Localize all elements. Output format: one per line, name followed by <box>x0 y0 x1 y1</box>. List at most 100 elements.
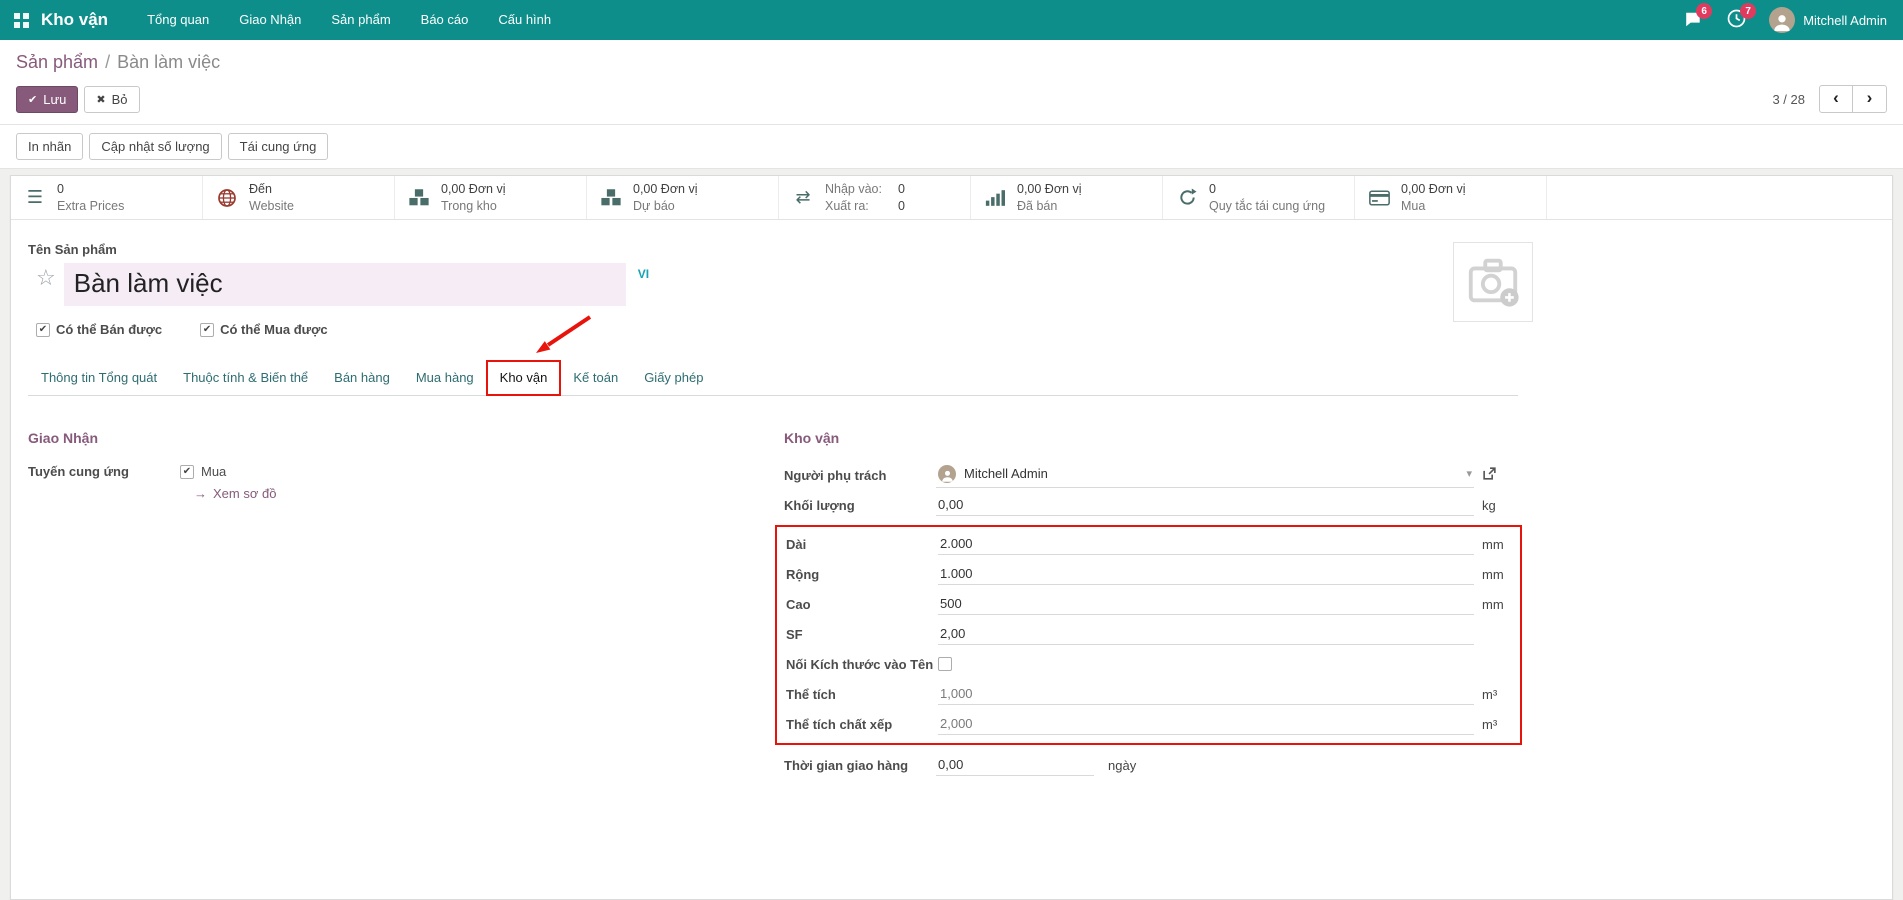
external-link-icon[interactable] <box>1482 466 1497 481</box>
width-unit: mm <box>1474 567 1518 582</box>
length-input[interactable] <box>938 533 1474 555</box>
stat-button-on-hand[interactable]: 0,00 Đơn vị Trong kho <box>395 176 587 219</box>
stat-button-website[interactable]: Đến Website <box>203 176 395 219</box>
responsible-avatar <box>938 465 956 483</box>
volume-input[interactable] <box>938 683 1474 705</box>
print-labels-button[interactable]: In nhãn <box>16 133 83 160</box>
product-name-input[interactable] <box>64 263 626 306</box>
favorite-star-icon[interactable]: ☆ <box>36 267 56 289</box>
discard-button[interactable]: ✖ Bỏ <box>84 86 139 113</box>
main-menu: Tổng quan Giao Nhận Sản phẩm Báo cáo Cấu… <box>132 0 566 40</box>
route-buy-checkbox[interactable]: Mua <box>180 464 276 479</box>
group-kho-van: Kho vận Người phụ trách Mitchell Admin ▾ <box>784 418 1518 780</box>
can-purchase-checkbox[interactable]: Có thể Mua được <box>200 322 328 337</box>
pager-previous-button[interactable]: ‹ <box>1819 85 1853 113</box>
tab-kho-van[interactable]: Kho vận <box>487 361 561 395</box>
stowage-volume-unit: m³ <box>1474 717 1518 732</box>
form-body: Tên Sản phẩm ☆ VI Có thể Bán được <box>28 220 1518 810</box>
globe-icon <box>215 188 239 208</box>
stat-filler <box>1547 176 1892 219</box>
stat-button-forecasted[interactable]: 0,00 Đơn vị Dự báo <box>587 176 779 219</box>
form-sheet: ☰ 0 Extra Prices Đến Website <box>10 175 1893 900</box>
product-image-upload[interactable] <box>1453 242 1533 322</box>
menu-san-pham[interactable]: Sản phẩm <box>316 0 405 40</box>
checkbox-icon[interactable] <box>200 323 214 337</box>
can-sell-checkbox[interactable]: Có thể Bán được <box>36 322 162 337</box>
concat-size-checkbox[interactable] <box>938 657 952 671</box>
app-name[interactable]: Kho vận <box>41 10 108 30</box>
height-unit: mm <box>1474 597 1518 612</box>
stat-button-box: ☰ 0 Extra Prices Đến Website <box>11 176 1892 220</box>
checkbox-icon[interactable] <box>180 465 194 479</box>
breadcrumb-current: Bàn làm việc <box>117 52 220 72</box>
apps-menu-icon[interactable] <box>14 13 29 28</box>
product-name-label: Tên Sản phẩm <box>28 242 1518 257</box>
check-icon: ✔ <box>28 93 37 106</box>
user-menu[interactable]: Mitchell Admin <box>1769 7 1887 33</box>
sf-input[interactable] <box>938 623 1474 645</box>
user-avatar <box>1769 7 1795 33</box>
stat-button-sold[interactable]: 0,00 Đơn vị Đã bán <box>971 176 1163 219</box>
save-button[interactable]: ✔ Lưu <box>16 86 78 113</box>
delivery-lead-time-input[interactable] <box>936 754 1094 776</box>
stat-in-value: 0 <box>898 181 905 197</box>
stowage-volume-input[interactable] <box>938 713 1474 735</box>
language-badge[interactable]: VI <box>638 267 649 281</box>
stat-button-reordering-rules[interactable]: 0 Quy tắc tái cung ứng <box>1163 176 1355 219</box>
stat-button-purchased[interactable]: 0,00 Đơn vị Mua <box>1355 176 1547 219</box>
boxes-icon <box>407 188 431 207</box>
concat-size-row: Nối Kích thước vào Tên <box>786 649 1518 679</box>
pager-count: 3 / 28 <box>1772 92 1805 107</box>
list-icon: ☰ <box>23 187 47 208</box>
statusbar-buttons: In nhãn Cập nhật số lượng Tái cung ứng <box>0 124 1903 169</box>
width-input[interactable] <box>938 563 1474 585</box>
tab-giay-phep[interactable]: Giấy phép <box>631 361 716 395</box>
checkbox-icon[interactable] <box>36 323 50 337</box>
responsible-field[interactable]: Mitchell Admin ▾ <box>936 463 1474 488</box>
tab-mua-hang[interactable]: Mua hàng <box>403 361 487 395</box>
breadcrumb-parent[interactable]: Sản phẩm <box>16 52 98 72</box>
stat-button-in-out[interactable]: ⇄ Nhập vào: 0 Xuất ra: 0 <box>779 176 971 219</box>
tab-ke-toan[interactable]: Kế toán <box>560 361 631 395</box>
delivery-lead-time-unit: ngày <box>1094 758 1136 773</box>
height-input[interactable] <box>938 593 1474 615</box>
weight-unit: kg <box>1474 498 1518 513</box>
length-unit: mm <box>1474 537 1518 552</box>
weight-row: Khối lượng kg <box>784 490 1518 520</box>
menu-cau-hinh[interactable]: Cấu hình <box>483 0 566 40</box>
stat-in-label: Nhập vào: <box>825 181 882 197</box>
menu-giao-nhan[interactable]: Giao Nhận <box>224 0 316 40</box>
breadcrumb: Sản phẩm/Bàn làm việc <box>0 40 1903 75</box>
messages-button[interactable]: 6 <box>1681 10 1703 30</box>
length-row: Dài mm <box>786 529 1518 559</box>
page: Kho vận Tổng quan Giao Nhận Sản phẩm Báo… <box>0 0 1903 900</box>
exchange-icon: ⇄ <box>791 187 815 208</box>
stowage-volume-row: Thể tích chất xếp m³ <box>786 709 1518 739</box>
view-diagram-link[interactable]: → Xem sơ đồ <box>194 486 276 501</box>
dropdown-caret-icon[interactable]: ▾ <box>1466 467 1472 480</box>
stat-button-extra-prices[interactable]: ☰ 0 Extra Prices <box>11 176 203 219</box>
bar-chart-icon <box>983 189 1007 207</box>
weight-input[interactable] <box>936 494 1474 516</box>
tab-thong-tin-tong-quat[interactable]: Thông tin Tổng quát <box>28 361 170 395</box>
width-row: Rộng mm <box>786 559 1518 589</box>
routes-row: Tuyến cung ứng Mua → Xem sơ đồ <box>28 460 744 501</box>
menu-tong-quan[interactable]: Tổng quan <box>132 0 224 40</box>
tab-thuoc-tinh-bien-the[interactable]: Thuộc tính & Biến thể <box>170 361 321 395</box>
pager-next-button[interactable]: › <box>1853 85 1887 113</box>
responsible-row: Người phụ trách Mitchell Admin ▾ <box>784 460 1518 490</box>
arrow-right-icon: → <box>194 486 207 501</box>
boxes-icon <box>599 188 623 207</box>
volume-unit: m³ <box>1474 687 1518 702</box>
pager-nav: ‹ › <box>1819 85 1887 113</box>
routes-label: Tuyến cung ứng <box>28 464 180 479</box>
top-navbar: Kho vận Tổng quan Giao Nhận Sản phẩm Báo… <box>0 0 1903 40</box>
tab-ban-hang[interactable]: Bán hàng <box>321 361 403 395</box>
menu-bao-cao[interactable]: Báo cáo <box>406 0 484 40</box>
sf-row: SF <box>786 619 1518 649</box>
group-giao-nhan: Giao Nhận Tuyến cung ứng Mua → Xem <box>28 418 784 780</box>
annotation-box-dimensions: Dài mm Rộng mm <box>775 525 1522 745</box>
update-quantity-button[interactable]: Cập nhật số lượng <box>89 133 221 160</box>
replenish-button[interactable]: Tái cung ứng <box>228 133 329 160</box>
activities-button[interactable]: 7 <box>1725 10 1747 30</box>
